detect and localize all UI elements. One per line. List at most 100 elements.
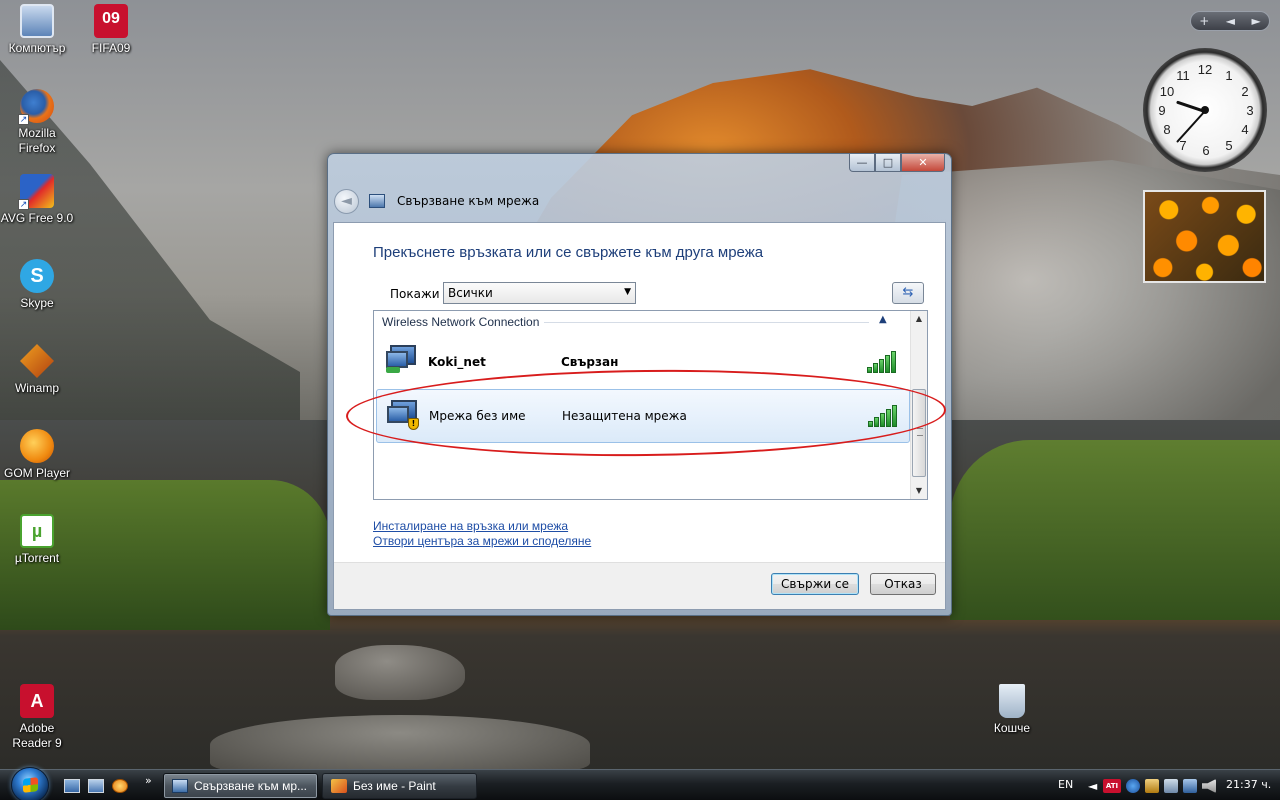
computer-icon: [20, 4, 54, 38]
window-nav-bar: ◄ Свързване към мрежа: [334, 188, 539, 214]
taskbar-clock[interactable]: 21:37 ч.: [1226, 778, 1271, 791]
recycle-bin-icon: [999, 684, 1025, 718]
fifa-icon: 09: [94, 4, 128, 38]
wallpaper-stone: [210, 715, 590, 775]
back-button[interactable]: ◄: [334, 188, 359, 214]
show-hidden-icons-icon[interactable]: ◄: [1088, 779, 1098, 793]
scroll-up-icon[interactable]: ▲: [911, 311, 927, 327]
signal-bar: [873, 363, 878, 373]
filter-selected-value: Всички: [448, 286, 493, 300]
clock-number: 5: [1225, 138, 1233, 153]
taskbar-button-label: Без име - Paint: [353, 779, 436, 793]
clock-number: 1: [1225, 68, 1233, 83]
flash-icon[interactable]: [1126, 779, 1140, 793]
desktop-icon-label: Mozilla Firefox: [18, 126, 56, 155]
window-title: Свързване към мрежа: [397, 194, 540, 208]
desktop-icon-label: AVG Free 9.0: [0, 211, 74, 225]
desktop-icon-utorrent[interactable]: µ µTorrent: [0, 514, 74, 566]
gom-player-icon: [20, 429, 54, 463]
avg-icon: ↗: [18, 174, 54, 210]
next-gadget-icon[interactable]: ►: [1252, 14, 1261, 28]
add-gadget-icon[interactable]: +: [1199, 14, 1209, 28]
desktop-icon-avg[interactable]: ↗ AVG Free 9.0: [0, 174, 74, 226]
utorrent-icon: µ: [20, 514, 54, 548]
scroll-down-icon[interactable]: ▼: [911, 483, 927, 499]
chevron-down-icon: ▼: [624, 287, 631, 297]
language-indicator[interactable]: EN: [1058, 778, 1073, 791]
desktop-icon-label: µTorrent: [14, 551, 60, 565]
monitor-icon: [386, 351, 408, 368]
signal-bar: [879, 359, 884, 373]
desktop-icon-label: GOM Player: [3, 466, 70, 480]
clock-number: 9: [1158, 103, 1166, 118]
clock-number: 4: [1241, 122, 1249, 137]
desktop-icon-label: Skype: [20, 296, 54, 310]
taskbar-button-connect-network[interactable]: Свързване към мр...: [163, 773, 318, 799]
audio-manager-icon[interactable]: [1145, 779, 1159, 793]
desktop-icon-recycle-bin[interactable]: Кошче: [975, 684, 1049, 736]
signal-strength-icon: [867, 351, 897, 373]
clock-number: 2: [1241, 84, 1249, 99]
wireless-network-icon: [386, 345, 416, 373]
desktop-icon-winamp[interactable]: Winamp: [0, 344, 74, 396]
clock-number: 8: [1163, 122, 1171, 137]
connect-button[interactable]: Свържи се: [771, 573, 859, 595]
clock-number: 11: [1176, 68, 1190, 83]
windows-logo-icon: [23, 777, 38, 793]
network-name: Koki_net: [428, 355, 486, 369]
window-caption-buttons: — □ ✕: [849, 154, 945, 172]
wallpaper-stone: [335, 645, 465, 700]
setup-connection-link[interactable]: Инсталиране на връзка или мрежа: [373, 519, 568, 533]
quick-launch-more-icon[interactable]: »: [145, 774, 152, 787]
cancel-button[interactable]: Отказ: [870, 573, 936, 595]
taskbar: » Свързване към мр... Без име - Paint EN…: [0, 767, 1280, 800]
show-filter-dropdown[interactable]: Всички ▼: [443, 282, 636, 304]
ati-catalyst-icon[interactable]: ATI: [1103, 779, 1121, 793]
minimize-button[interactable]: —: [849, 154, 875, 172]
desktop-icon-label: Adobe Reader 9: [12, 721, 62, 750]
media-player-icon[interactable]: [112, 779, 128, 793]
desktop-icon-computer[interactable]: Компютър: [0, 4, 74, 56]
desktop-icon-label: FIFA09: [91, 41, 131, 55]
firefox-icon: ↗: [18, 89, 54, 125]
clock-number: 6: [1202, 143, 1210, 158]
winamp-icon: [20, 344, 54, 378]
desktop-icon-skype[interactable]: S Skype: [0, 259, 74, 311]
desktop-icon-gom-player[interactable]: GOM Player: [0, 429, 74, 481]
skype-icon: S: [20, 259, 54, 293]
signal-bar: [867, 367, 872, 373]
taskbar-button-paint[interactable]: Без име - Paint: [322, 773, 477, 799]
start-button[interactable]: [11, 767, 49, 800]
volume-icon[interactable]: [1202, 779, 1216, 793]
clock-gadget[interactable]: 12 1 2 3 4 5 6 7 8 9 10 11: [1143, 48, 1267, 172]
maximize-button[interactable]: □: [875, 154, 901, 172]
desktop-icon-fifa09[interactable]: 09 FIFA09: [74, 4, 148, 56]
notification-area: ◄ ATI: [1088, 776, 1223, 796]
desktop-icon-firefox[interactable]: ↗ Mozilla Firefox: [0, 89, 74, 156]
network-status: Свързан: [561, 355, 619, 369]
paint-icon: [331, 779, 347, 793]
group-divider: [544, 322, 869, 323]
dialog-button-bar: Свържи се Отказ: [334, 562, 945, 609]
signal-bar: [891, 351, 896, 373]
grip-icon: [917, 428, 923, 436]
connected-indicator-icon: [386, 367, 400, 373]
show-desktop-icon[interactable]: [64, 779, 80, 793]
network-status-icon[interactable]: [1183, 779, 1197, 793]
signal-bar: [885, 355, 890, 373]
sidebar-gadget-controls: + ◄ ►: [1190, 11, 1270, 31]
collapse-icon[interactable]: ▲: [879, 314, 887, 325]
switch-windows-icon[interactable]: [88, 779, 104, 793]
network-center-link[interactable]: Отвори центъра за мрежи и споделяне: [373, 534, 591, 548]
clock-number: 12: [1197, 62, 1213, 77]
slideshow-gadget[interactable]: [1143, 190, 1266, 283]
close-button[interactable]: ✕: [901, 154, 945, 172]
safely-remove-hardware-icon[interactable]: [1164, 779, 1178, 793]
desktop-icon-label: Компютър: [8, 41, 66, 55]
shortcut-arrow-icon: ↗: [18, 199, 29, 210]
desktop-icon-adobe-reader[interactable]: A Adobe Reader 9: [0, 684, 74, 751]
refresh-button[interactable]: ⇆: [892, 282, 924, 304]
clock-center: [1201, 106, 1209, 114]
previous-gadget-icon[interactable]: ◄: [1226, 14, 1235, 28]
adobe-reader-icon: A: [20, 684, 54, 718]
